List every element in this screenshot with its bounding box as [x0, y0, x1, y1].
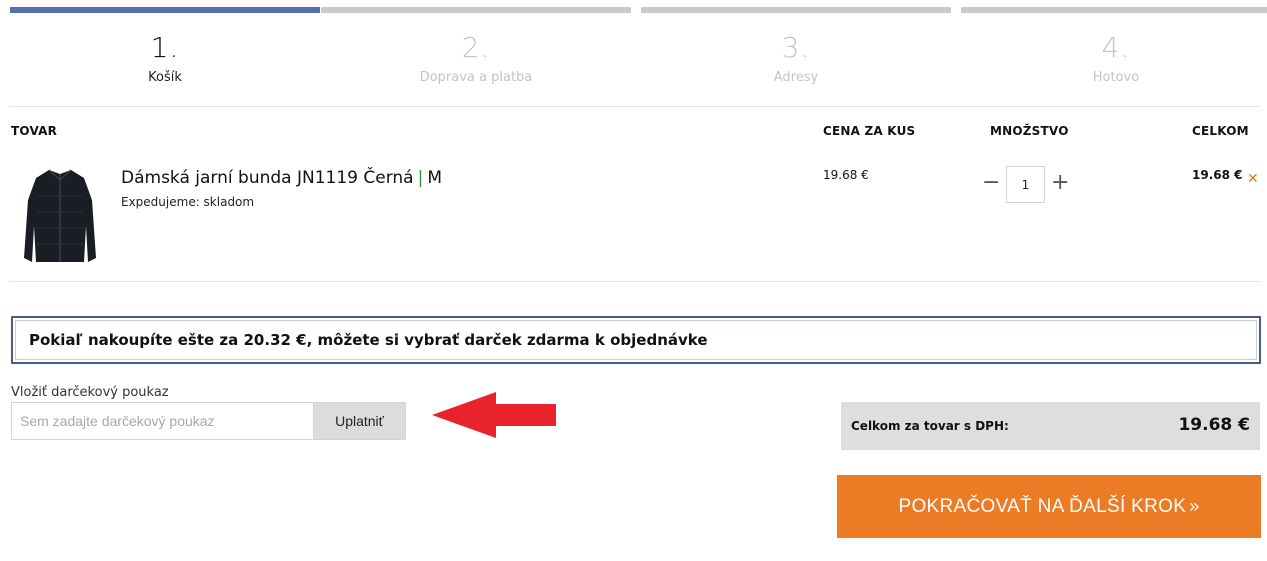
- step-shipping-payment[interactable]: 2. Doprava a platba: [321, 7, 631, 87]
- voucher-input[interactable]: [11, 402, 314, 440]
- continue-button[interactable]: POKRAČOVAŤ NA ĎALŠÍ KROK»: [837, 475, 1261, 538]
- quantity-decrease-button[interactable]: −: [982, 172, 1000, 196]
- continue-label: POKRAČOVAŤ NA ĎALŠÍ KROK: [898, 496, 1187, 517]
- quantity-increase-button[interactable]: +: [1051, 172, 1069, 196]
- step-cart[interactable]: 1. Košík: [10, 7, 320, 87]
- order-total-box: Celkom za tovar s DPH: 19.68 €: [841, 402, 1260, 450]
- total-value: 19.68 €: [1178, 415, 1250, 435]
- header-unit-price: CENA ZA KUS: [823, 124, 916, 138]
- header-total: CELKOM: [1192, 124, 1249, 138]
- header-quantity: MNOŽSTVO: [990, 124, 1069, 138]
- stock-status: Expedujeme: skladom: [121, 195, 255, 209]
- step-number: 3.: [781, 31, 811, 64]
- variant-separator: |: [417, 168, 424, 188]
- unit-price: 19.68 €: [823, 168, 869, 182]
- apply-voucher-button[interactable]: Uplatniť: [313, 402, 406, 440]
- free-gift-banner: Pokiaľ nakoupíte ešte za 20.32 €, môžete…: [11, 316, 1261, 364]
- step-label: Doprava a platba: [419, 70, 533, 85]
- header-product: TOVAR: [11, 124, 58, 138]
- step-number: 1.: [150, 31, 180, 64]
- step-number: 2.: [461, 31, 491, 64]
- step-progress-bar: [10, 7, 320, 13]
- product-size: M: [427, 168, 442, 188]
- chevron-right-icon: »: [1189, 496, 1200, 516]
- product-image[interactable]: [22, 166, 98, 266]
- close-icon[interactable]: ✕: [1247, 171, 1259, 187]
- product-name[interactable]: Dámská jarní bunda JN1119 Černá | M: [121, 168, 442, 188]
- divider: [10, 281, 1260, 282]
- step-label: Košík: [148, 70, 182, 85]
- arrow-left-icon: [432, 392, 556, 438]
- step-label: Adresy: [773, 70, 819, 85]
- divider: [10, 106, 1260, 107]
- row-total: 19.68 €: [1192, 168, 1243, 182]
- step-done[interactable]: 4. Hotovo: [961, 7, 1267, 87]
- total-label: Celkom za tovar s DPH:: [851, 419, 1009, 433]
- quantity-input[interactable]: [1006, 166, 1045, 203]
- step-addresses[interactable]: 3. Adresy: [641, 7, 951, 87]
- step-progress-bar: [321, 7, 631, 13]
- step-number: 4.: [1101, 31, 1131, 64]
- checkout-steps: 1. Košík 2. Doprava a platba 3. Adresy 4…: [0, 7, 1267, 87]
- step-progress-bar: [641, 7, 951, 13]
- product-title[interactable]: Dámská jarní bunda JN1119 Černá: [121, 168, 414, 188]
- step-progress-bar: [961, 7, 1267, 13]
- step-label: Hotovo: [1092, 70, 1140, 85]
- voucher-label: Vložiť darčekový poukaz: [11, 385, 169, 400]
